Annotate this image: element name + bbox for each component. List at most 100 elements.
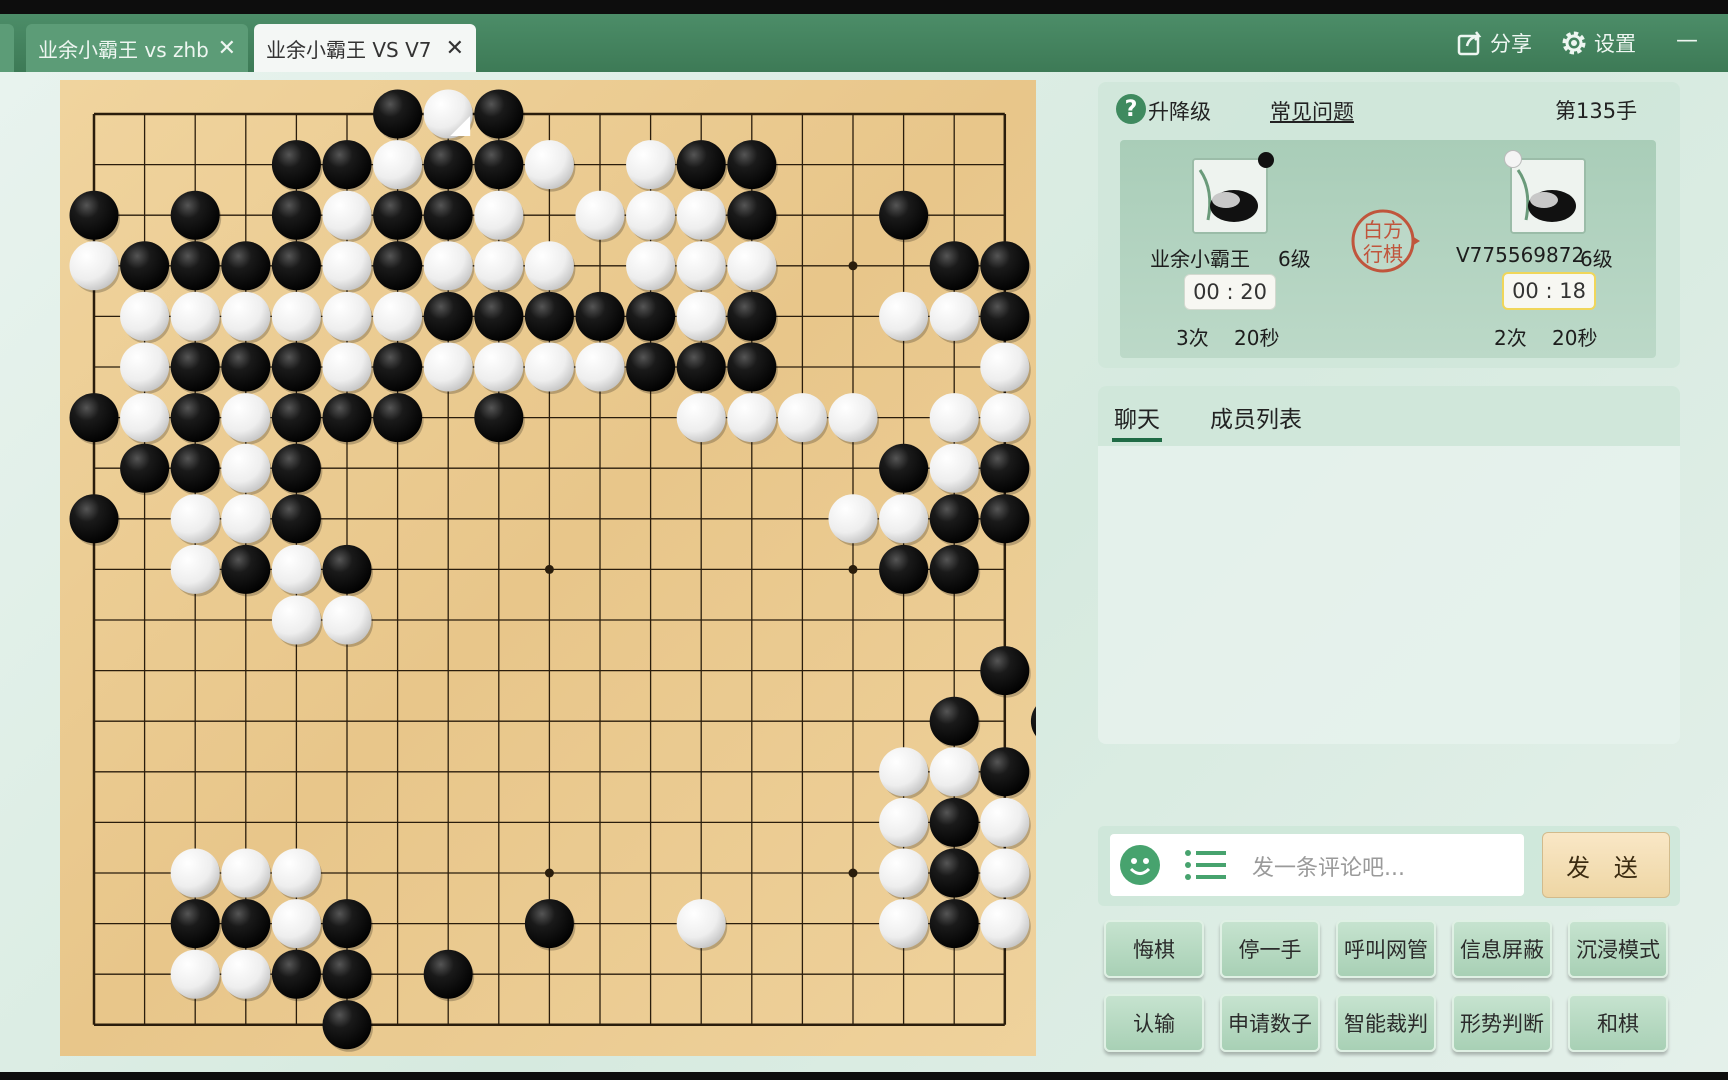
white-stone — [929, 747, 979, 797]
black-stone — [575, 291, 625, 341]
action-button[interactable]: 形势判断 — [1452, 994, 1552, 1052]
action-button[interactable]: 沉浸模式 — [1568, 920, 1668, 978]
white-stone — [170, 848, 220, 898]
close-icon[interactable]: ✕ — [446, 36, 464, 61]
list-icon[interactable] — [1184, 848, 1228, 882]
white-stone — [980, 899, 1030, 949]
white-player-avatar[interactable] — [1510, 158, 1586, 234]
black-stone — [271, 342, 321, 392]
white-stone — [879, 848, 929, 898]
black-player-name: 业余小霸王 — [1150, 247, 1250, 271]
white-stone — [676, 291, 726, 341]
black-stone — [423, 949, 473, 999]
black-stone — [373, 342, 423, 392]
black-stone — [524, 291, 574, 341]
black-stone — [120, 241, 170, 291]
black-stone — [929, 899, 979, 949]
white-timer: 00 : 18 — [1502, 272, 1596, 310]
white-stone — [980, 848, 1030, 898]
white-stone — [676, 393, 726, 443]
emoji-icon[interactable] — [1120, 845, 1160, 885]
white-stone — [271, 899, 321, 949]
active-tab-indicator — [1112, 438, 1162, 442]
white-stone — [727, 393, 777, 443]
tab-game-2[interactable]: 业余小霸王 VS V7 ✕ — [254, 24, 476, 72]
tab-label: 业余小霸王 VS V7 — [266, 37, 432, 62]
black-stone — [626, 291, 676, 341]
comment-input[interactable]: 发一条评论吧... — [1110, 834, 1524, 896]
star-point — [848, 564, 858, 574]
action-button[interactable]: 停一手 — [1220, 920, 1320, 978]
black-stone — [170, 241, 220, 291]
white-stone — [626, 241, 676, 291]
white-byoyomi-times: 2次 — [1494, 326, 1527, 350]
settings-button[interactable]: 设置 — [1560, 28, 1636, 58]
black-stone — [980, 241, 1030, 291]
black-stone — [524, 899, 574, 949]
white-stone — [777, 393, 827, 443]
share-label: 分享 — [1490, 32, 1532, 56]
white-stone — [828, 494, 878, 544]
white-stone — [221, 848, 271, 898]
black-timer: 00 : 20 — [1184, 274, 1276, 310]
help-icon[interactable]: ? — [1116, 94, 1146, 124]
black-stone — [727, 140, 777, 190]
tab-bar: 业余小霸王 vs zhb ✕ 业余小霸王 VS V7 ✕ 分享 设置 — — [0, 14, 1728, 72]
action-button[interactable]: 悔棋 — [1104, 920, 1204, 978]
action-button[interactable]: 呼叫网管 — [1336, 920, 1436, 978]
black-stone — [322, 140, 372, 190]
action-button[interactable]: 智能裁判 — [1336, 994, 1436, 1052]
white-stone-indicator — [1504, 150, 1522, 168]
white-stone — [170, 544, 220, 594]
white-stone — [423, 342, 473, 392]
action-button[interactable]: 认输 — [1104, 994, 1204, 1052]
black-stone — [879, 190, 929, 240]
star-point — [544, 868, 554, 878]
white-stone — [980, 342, 1030, 392]
star-point — [544, 564, 554, 574]
black-stone — [322, 544, 372, 594]
white-byoyomi-seconds: 20秒 — [1552, 326, 1598, 350]
go-board[interactable] — [60, 80, 1036, 1056]
faq-link[interactable]: 常见问题 — [1270, 96, 1354, 126]
white-stone — [524, 140, 574, 190]
black-stone — [474, 393, 524, 443]
promote-link[interactable]: 升降级 — [1148, 96, 1211, 126]
black-stone — [474, 140, 524, 190]
black-stone — [929, 241, 979, 291]
white-stone — [322, 190, 372, 240]
action-button[interactable]: 和棋 — [1568, 994, 1668, 1052]
action-button[interactable]: 信息屏蔽 — [1452, 920, 1552, 978]
tab-game-1[interactable]: 业余小霸王 vs zhb ✕ — [26, 24, 248, 72]
black-stone — [980, 443, 1030, 493]
black-player-avatar[interactable] — [1192, 158, 1268, 234]
close-icon[interactable]: ✕ — [218, 36, 236, 61]
black-stone — [271, 190, 321, 240]
share-button[interactable]: 分享 — [1456, 28, 1532, 58]
black-stone — [727, 342, 777, 392]
white-stone — [69, 241, 119, 291]
send-button[interactable]: 发 送 — [1542, 832, 1670, 898]
black-stone — [271, 494, 321, 544]
black-stone — [676, 342, 726, 392]
white-stone — [474, 190, 524, 240]
minimize-button[interactable]: — — [1676, 28, 1698, 53]
white-stone — [575, 342, 625, 392]
tab-members[interactable]: 成员列表 — [1210, 400, 1302, 434]
tab-chat[interactable]: 聊天 — [1114, 400, 1160, 434]
action-button[interactable]: 申请数子 — [1220, 994, 1320, 1052]
black-stone — [170, 342, 220, 392]
tab-edge[interactable] — [0, 24, 14, 72]
black-stone — [474, 89, 524, 139]
black-stone — [69, 190, 119, 240]
white-stone — [676, 899, 726, 949]
black-stone — [322, 899, 372, 949]
black-stone-indicator — [1258, 152, 1274, 168]
black-stone — [69, 494, 119, 544]
white-stone — [120, 291, 170, 341]
white-stone — [879, 494, 929, 544]
white-stone — [879, 747, 929, 797]
black-stone — [322, 393, 372, 443]
black-stone — [929, 696, 979, 746]
black-stone — [170, 393, 220, 443]
